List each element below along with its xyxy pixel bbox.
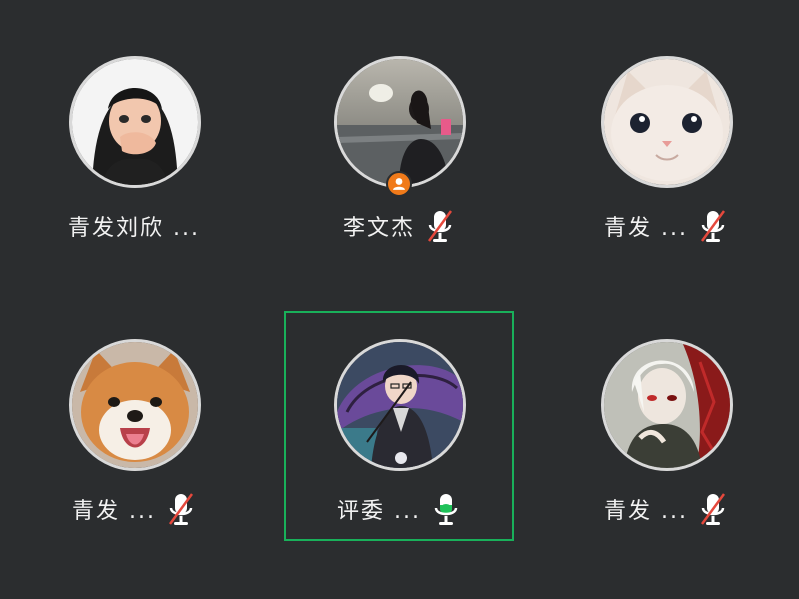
participant-name: 评委 ... [337,499,421,524]
participant-name: 青发 ... [604,216,688,241]
mic-muted-icon[interactable] [698,492,728,526]
participant-name: 青发刘欣 ... [68,216,200,241]
participant-tile-3[interactable]: 青发 ... [551,28,781,258]
seaside-girl-avatar [334,56,466,188]
participant-tile-5-active[interactable]: 评委 ... [284,311,514,541]
shiba-dog-avatar [69,339,201,471]
host-badge-icon [386,171,412,197]
participant-name: 青发 ... [72,499,156,524]
mic-muted-icon[interactable] [166,492,196,526]
mic-muted-icon[interactable] [698,209,728,243]
participant-name-row: 青发 ... [551,206,781,246]
participant-tile-4[interactable]: 青发 ... [19,311,249,541]
mic-speaking-icon[interactable] [431,492,461,526]
participant-name-row: 青发 ... [19,489,249,529]
cartoon-girl-avatar [69,56,201,188]
anime-boy-umbrella-avatar [334,339,466,471]
participant-name-row: 青发 ... [551,489,781,529]
anime-white-hair-avatar [601,339,733,471]
mic-muted-icon[interactable] [425,209,455,243]
participant-name-row: 青发刘欣 ... [19,206,249,246]
participant-name: 李文杰 [342,216,415,241]
participant-tile-1[interactable]: 青发刘欣 ... [19,28,249,258]
participant-name-row: 李文杰 [284,206,514,246]
participant-grid: 青发刘欣 ... 李文杰 青发 ... 青发 ... 评委 ... 青发 ... [0,0,799,599]
participant-tile-2[interactable]: 李文杰 [284,28,514,258]
kitten-avatar [601,56,733,188]
participant-name-row: 评委 ... [286,489,512,529]
participant-tile-6[interactable]: 青发 ... [551,311,781,541]
participant-name: 青发 ... [604,499,688,524]
